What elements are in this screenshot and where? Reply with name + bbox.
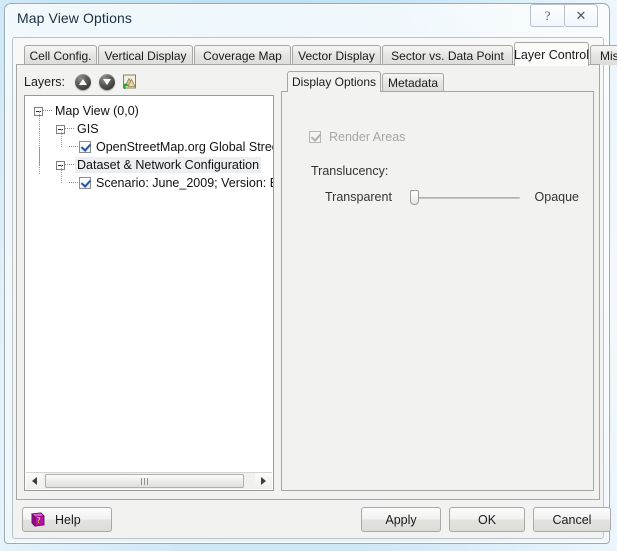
tab-cell-config[interactable]: Cell Config. <box>24 45 97 65</box>
layers-label: Layers: <box>24 75 65 89</box>
cancel-button-label: Cancel <box>552 512 592 527</box>
layer-control-tab-page: Layers: Map View (0,0) GIS OpenStreetMap… <box>16 65 600 500</box>
render-areas-label: Render Areas <box>329 130 406 144</box>
close-caption-button[interactable]: ✕ <box>564 4 598 27</box>
tab-layer-control[interactable]: Layer Control <box>514 42 589 66</box>
translucency-slider-row: Transparent Opaque <box>311 188 583 208</box>
tab-label: Layer Control <box>513 47 590 62</box>
tree-connector <box>38 111 40 129</box>
layers-toolbar: Layers: <box>24 71 274 93</box>
horizontal-scrollbar[interactable] <box>26 472 272 489</box>
tree-connector <box>69 146 78 148</box>
tab-label: Cell Config. <box>29 48 92 63</box>
cancel-button[interactable]: Cancel <box>533 507 611 532</box>
slider-max-label: Opaque <box>534 190 579 204</box>
layers-tree[interactable]: Map View (0,0) GIS OpenStreetMap.org Glo… <box>24 95 274 491</box>
tab-sector-vs-data-point[interactable]: Sector vs. Data Point <box>382 45 513 65</box>
tree-node-label: Map View (0,0) <box>55 104 139 118</box>
active-tab-underline-cover <box>515 64 588 66</box>
svg-text:?: ? <box>36 516 40 525</box>
tree-connector <box>69 182 78 184</box>
tab-coverage-map[interactable]: Coverage Map <box>194 45 291 65</box>
help-caption-button[interactable]: ? <box>530 4 564 27</box>
tab-label: Coverage Map <box>203 48 282 63</box>
tree-node-label: Scenario: June_2009; Version: Base <box>96 176 273 190</box>
question-mark-icon: ? <box>544 8 551 23</box>
layer-visibility-checkbox[interactable] <box>79 141 91 153</box>
translucency-slider-thumb[interactable] <box>410 190 419 205</box>
subtab-label: Metadata <box>387 76 439 90</box>
tab-label: Vertical Display <box>104 48 187 63</box>
tab-label: Sector vs. Data Point <box>391 48 504 63</box>
tab-misc[interactable]: Misc. <box>590 45 617 65</box>
dialog-client-area: Cell Config. Vertical Display Coverage Map… <box>12 37 617 539</box>
tree-node-label: GIS <box>77 122 99 136</box>
display-options-panel: Render Areas Translucency: Transparent O… <box>281 91 594 491</box>
move-layer-up-icon[interactable] <box>74 74 91 91</box>
tree-node[interactable]: Scenario: June_2009; Version: Base <box>25 165 273 192</box>
slider-min-label: Transparent <box>325 190 392 204</box>
tree-connector <box>60 165 62 183</box>
tree-connector <box>60 129 62 147</box>
subtab-metadata[interactable]: Metadata <box>382 73 444 92</box>
translucency-label: Translucency: <box>311 164 389 178</box>
move-layer-down-icon[interactable] <box>98 74 115 91</box>
window-title: Map View Options <box>17 10 132 26</box>
layer-details-panel: Display Options Metadata Render Areas Tra… <box>281 71 594 491</box>
tree-node-label: Dataset & Network Configuration <box>75 157 262 173</box>
ok-button-label: OK <box>477 512 497 527</box>
tree-connector <box>65 128 74 130</box>
close-icon: ✕ <box>575 8 587 23</box>
grip-icon <box>140 477 149 485</box>
scroll-left-arrow-icon[interactable] <box>26 473 43 489</box>
tree-connector <box>38 147 40 165</box>
tree-node[interactable]: OpenStreetMap.org Global Street Ma <box>25 129 273 174</box>
render-areas-checkbox <box>309 131 321 143</box>
tree-node[interactable]: Dataset & Network Configuration <box>25 147 273 174</box>
ok-button[interactable]: OK <box>449 507 525 532</box>
translucency-slider-track[interactable] <box>413 197 520 199</box>
add-map-layer-icon[interactable] <box>122 74 139 91</box>
title-bar: Map View Options ? ✕ <box>5 4 610 37</box>
dialog-window: Map View Options ? ✕ Cell Config. Vertica… <box>0 0 617 551</box>
tree-node-label: OpenStreetMap.org Global Street Ma <box>96 140 273 154</box>
layer-visibility-checkbox[interactable] <box>79 177 91 189</box>
tree-node[interactable]: GIS <box>25 111 273 138</box>
scroll-right-arrow-icon[interactable] <box>255 473 272 489</box>
tab-vertical-display[interactable]: Vertical Display <box>98 45 193 65</box>
subtab-label: Display Options <box>291 75 377 89</box>
tree-connector <box>43 110 52 112</box>
book-help-icon: ? <box>31 512 45 527</box>
active-subtab-underline-cover <box>288 91 380 93</box>
scrollbar-thumb[interactable] <box>45 474 244 488</box>
render-areas-row: Render Areas <box>309 130 405 144</box>
help-button[interactable]: ? Help <box>22 507 112 532</box>
tree-node[interactable]: Map View (0,0) <box>25 102 273 120</box>
subtab-display-options[interactable]: Display Options <box>287 71 381 92</box>
help-button-label: Help <box>55 512 81 527</box>
tree-connector <box>65 164 74 166</box>
apply-button[interactable]: Apply <box>361 507 441 532</box>
details-tab-strip: Display Options Metadata <box>281 71 594 92</box>
tab-label: Misc. <box>600 48 617 63</box>
layers-tree-content: Map View (0,0) GIS OpenStreetMap.org Glo… <box>25 96 273 192</box>
tab-vector-display[interactable]: Vector Display <box>292 45 381 65</box>
dialog-button-bar: ? Help Apply OK Cancel <box>16 502 611 536</box>
apply-button-label: Apply <box>385 512 417 527</box>
main-tab-strip: Cell Config. Vertical Display Coverage Map… <box>16 42 617 66</box>
tab-label: Vector Display <box>298 48 375 63</box>
